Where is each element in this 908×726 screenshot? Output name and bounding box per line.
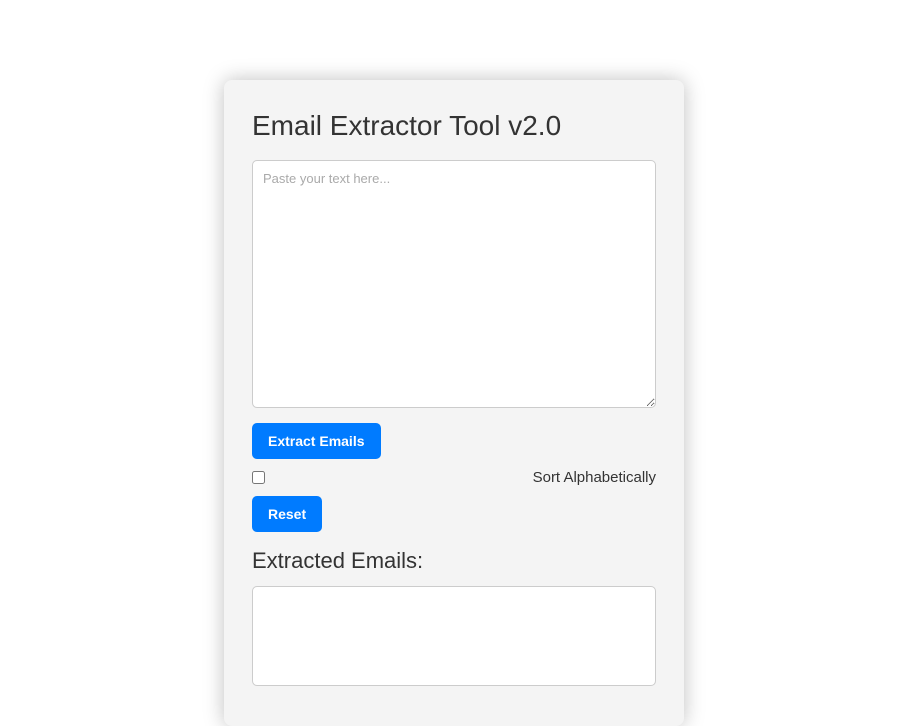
sort-alphabetically-label: Sort Alphabetically (533, 469, 656, 486)
reset-button[interactable]: Reset (252, 496, 322, 532)
output-box (252, 586, 656, 686)
input-textarea[interactable] (252, 160, 656, 408)
main-panel: Email Extractor Tool v2.0 Extract Emails… (224, 80, 684, 726)
extract-emails-button[interactable]: Extract Emails (252, 423, 381, 459)
sort-alphabetically-checkbox[interactable] (252, 471, 265, 484)
sort-row: Sort Alphabetically (252, 469, 656, 486)
output-heading: Extracted Emails: (252, 548, 656, 574)
page-title: Email Extractor Tool v2.0 (252, 110, 656, 142)
